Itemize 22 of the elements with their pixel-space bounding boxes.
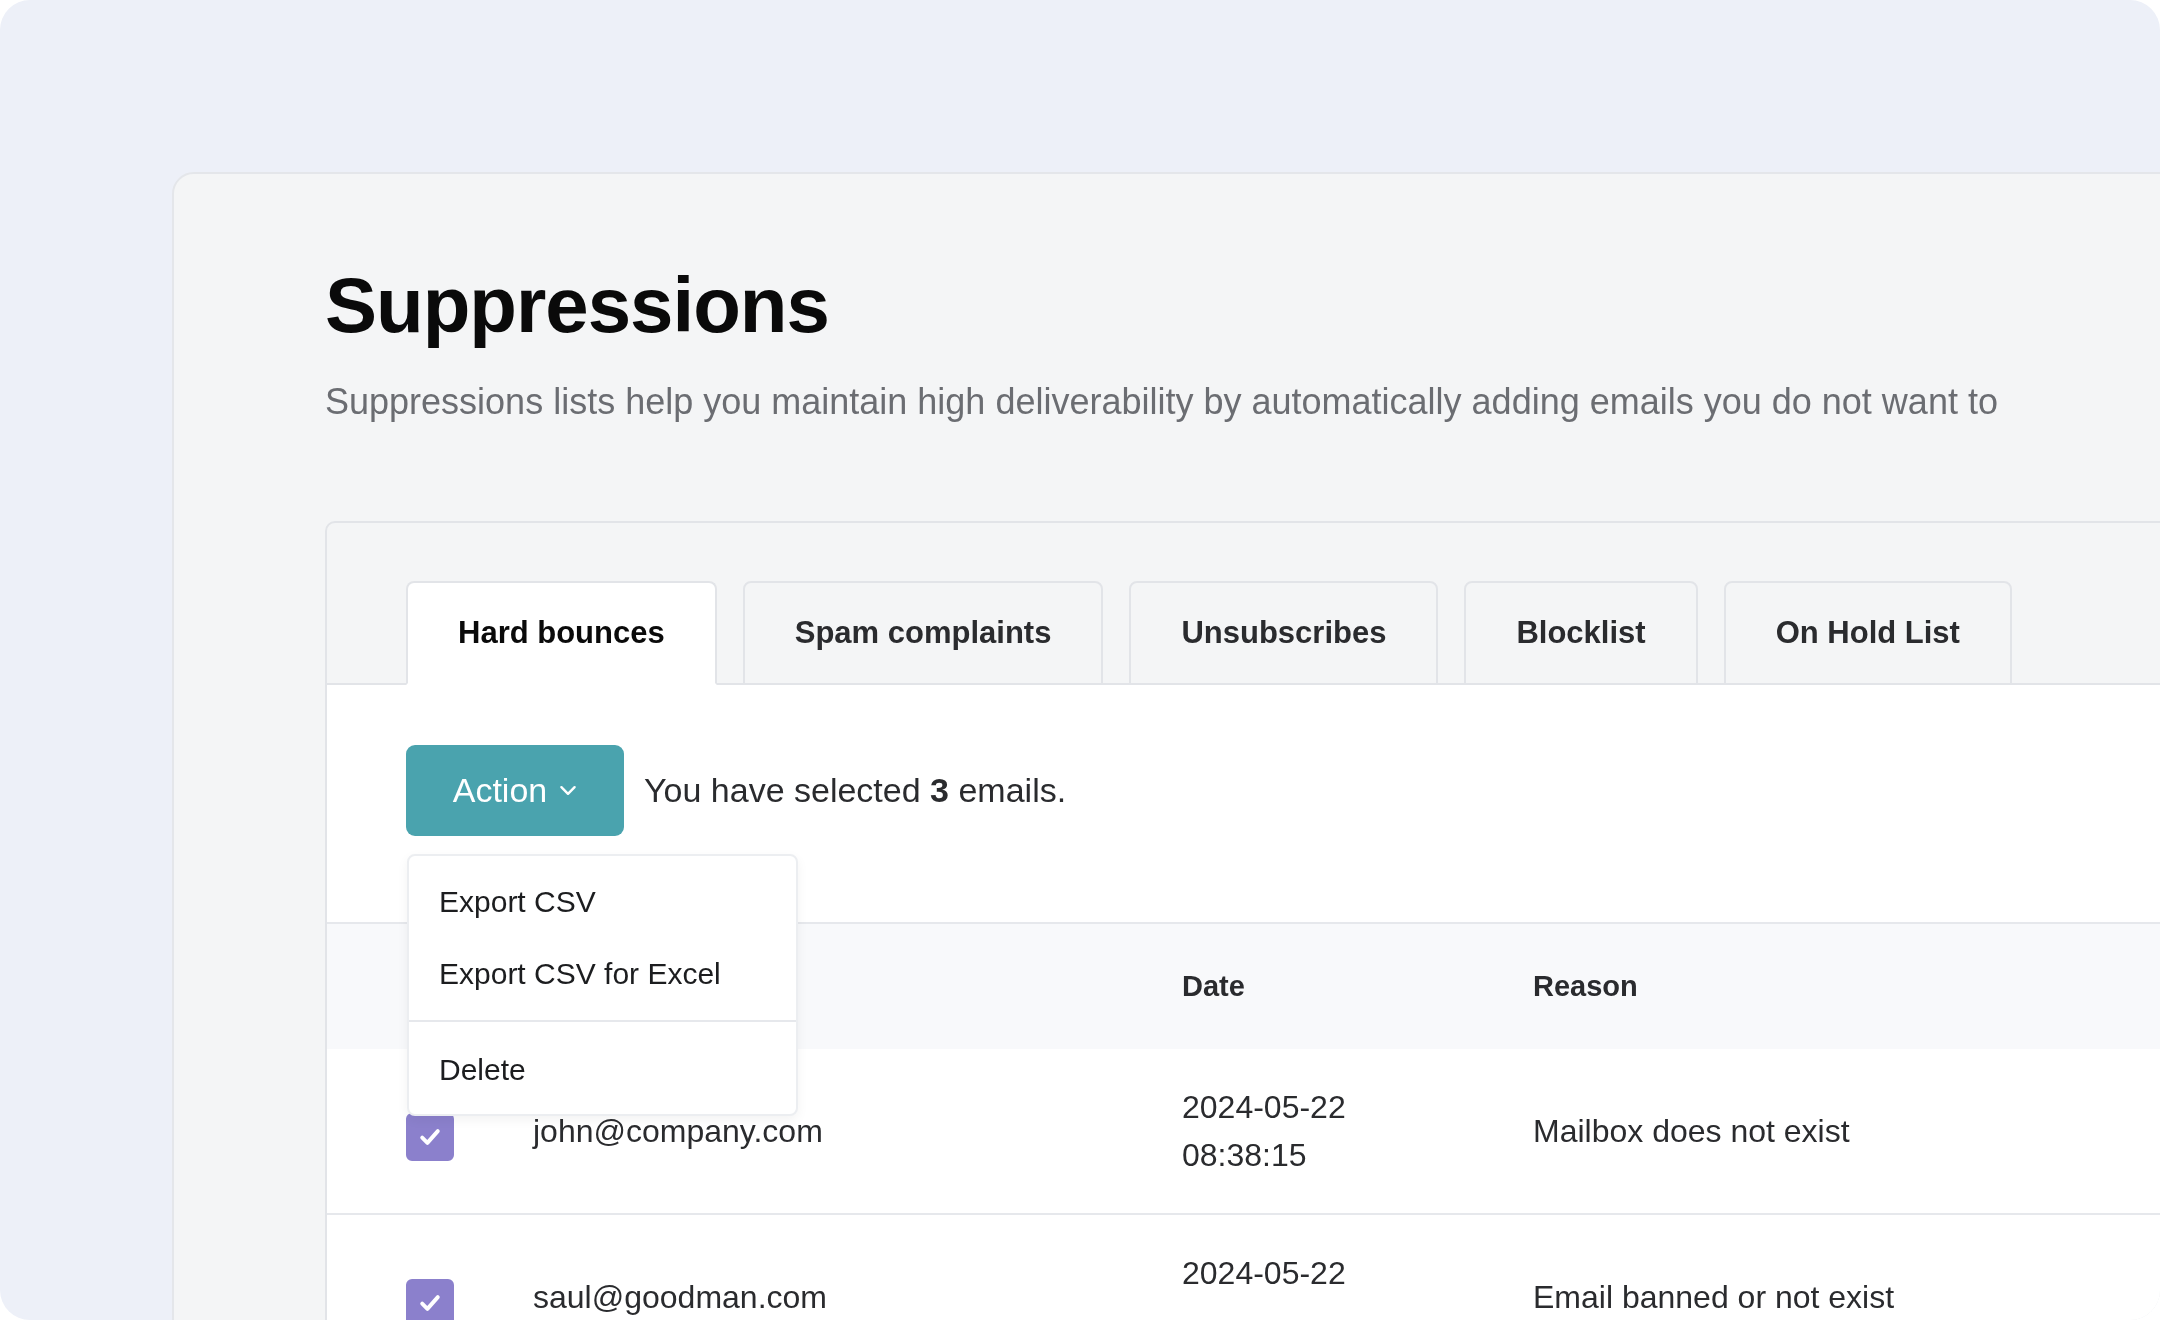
selection-message: You have selected 3 emails. [644,771,1067,811]
tab[interactable]: Hard bounces [406,581,717,686]
chevron-down-icon [559,785,578,797]
tab[interactable]: Blocklist [1464,581,1698,686]
table-cell-text: Email banned or not exist [1533,1278,1896,1318]
menu-item[interactable]: Delete [409,1034,796,1107]
menu-item[interactable]: Export CSV [409,866,796,939]
menu-item[interactable]: Export CSV for Excel [409,938,796,1011]
table-cell-text: 2024-05-22 [1182,1254,1347,1294]
table-cell-text: saul@goodman.com [533,1278,828,1318]
table-cell-text: Mailbox does not exist [1533,1112,1851,1152]
column-header: Reason [1533,970,1639,1004]
table-cell-text: 08:38:15 [1182,1136,1308,1176]
tab[interactable]: Unsubscribes [1129,581,1439,686]
table-cell-text: john@company.com [533,1112,824,1152]
column-header: Date [1182,970,1246,1004]
page-description: Suppressions lists help you maintain high deliverability by automatically adding emails you do not want to [325,380,1999,424]
checkbox[interactable] [406,1113,454,1162]
tab[interactable]: On Hold List [1723,581,2012,686]
tab[interactable]: Spam complaints [742,581,1104,686]
table-cell-text: 2024-05-22 [1182,1088,1347,1128]
checkbox[interactable] [406,1279,454,1320]
